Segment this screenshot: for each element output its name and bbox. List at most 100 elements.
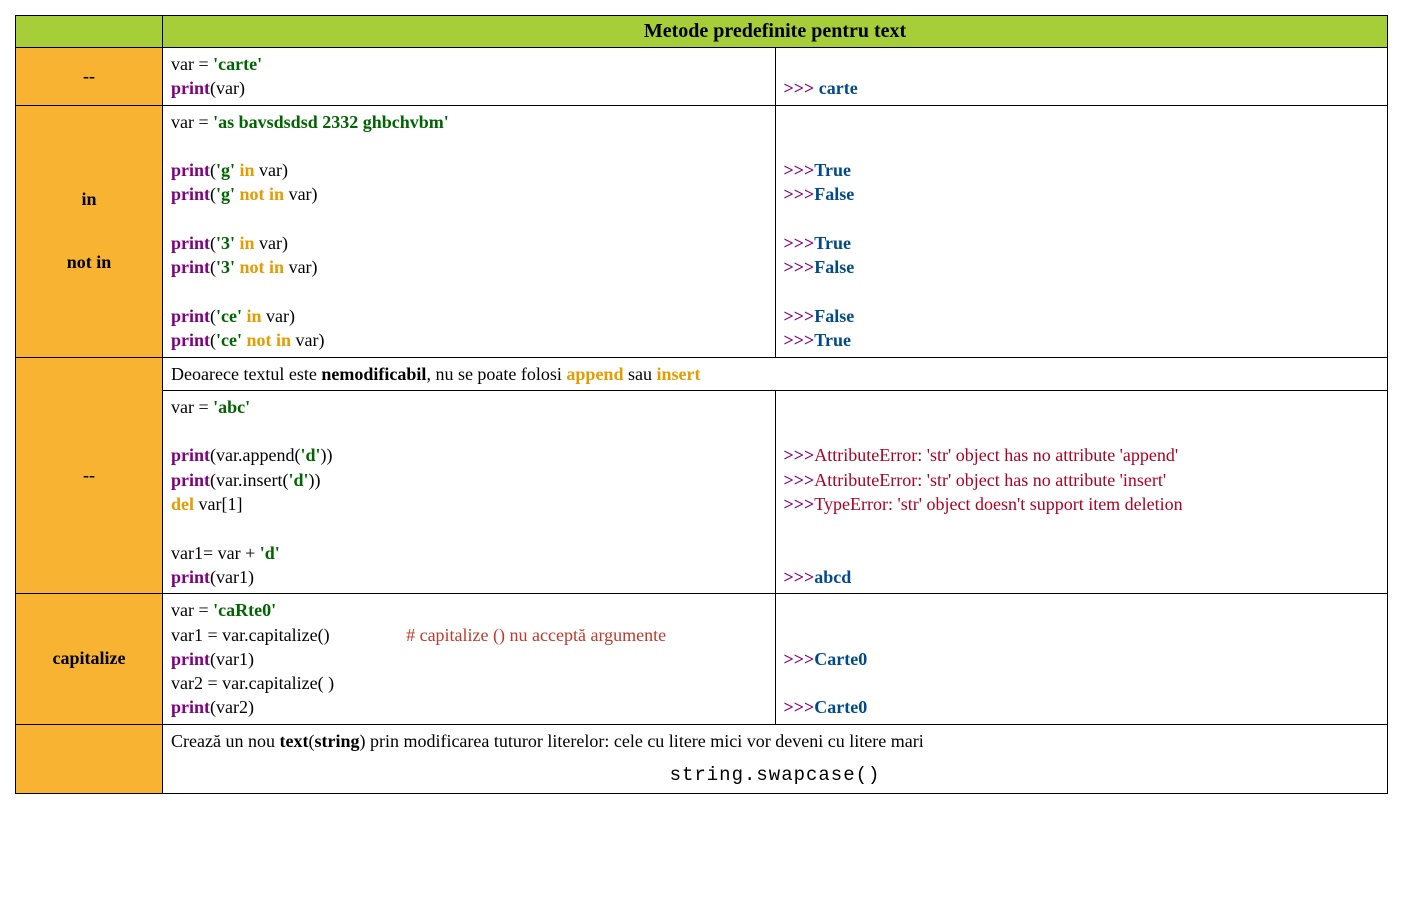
text: (var1) [210,649,254,669]
error: TypeError: 'str' object doesn't support … [814,494,1182,514]
print-kw: print [171,697,210,717]
text-bold: string [314,731,359,751]
prompt: >>> [784,306,815,326]
prompt: >>> [784,445,815,465]
print-kw: print [171,649,210,669]
string-literal: 'abc' [213,397,250,417]
print-kw: print [171,470,210,490]
print-kw: print [171,306,210,326]
text: var = [171,397,213,417]
text: var = [171,600,213,620]
string-literal: 'carte' [213,54,262,74]
result: False [814,257,854,277]
error: AttributeError: 'str' object has no attr… [814,445,1178,465]
string-literal: '3' [216,233,235,253]
prompt: >>> [784,649,815,669]
row1-code: var = 'carte' print(var) [163,48,776,106]
text: var = [171,54,213,74]
string-literal: 'd' [300,445,320,465]
op-in: in [235,233,259,253]
prompt: >>> [784,184,815,204]
result: False [814,184,854,204]
prompt: >>> [784,567,815,587]
row2-output: >>>True >>>False >>>True >>>False >>>Fal… [775,105,1388,357]
row1-label: -- [16,48,163,106]
prompt: >>> [784,233,815,253]
result: False [814,306,854,326]
result: carte [819,78,858,98]
result: True [814,233,851,253]
result: Carte0 [814,649,867,669]
text: (var1) [210,567,254,587]
text: sau [623,364,656,384]
text: Crează un nou [171,731,279,751]
op-in: in [235,160,259,180]
print-kw: print [171,160,210,180]
result: Carte0 [814,697,867,717]
text: var2 = var.capitalize( ) [171,673,334,693]
string-literal: '3' [216,257,235,277]
text: var1= var + [171,543,260,563]
text: var = [171,112,213,132]
row1-output: >>> carte [775,48,1388,106]
print-kw: print [171,257,210,277]
string-literal: 'caRte0' [213,600,276,620]
header-title: Metode predefinite pentru text [163,16,1388,48]
string-literal: 'd' [288,470,308,490]
row3-code: var = 'abc' print(var.append('d')) print… [163,390,776,593]
op-notin: not in [242,330,296,350]
string-literal: 'ce' [216,306,242,326]
result: abcd [814,567,851,587]
print-kw: print [171,78,210,98]
prompt: >>> [784,160,815,180]
kw-append: append [566,364,623,384]
prompt: >>> [784,470,815,490]
text: Deoarece textul este [171,364,321,384]
prompt: >>> [784,257,815,277]
del-kw: del [171,494,194,514]
text: (var) [210,78,245,98]
prompt: >>> [784,330,815,350]
text: var) [296,330,325,350]
error: AttributeError: 'str' object has no attr… [814,470,1166,490]
result: True [814,160,851,180]
text: var) [289,184,318,204]
prompt: >>> [784,697,815,717]
text: (var.insert( [210,470,288,490]
code-snippet: string.swapcase() [171,763,1379,789]
row3-note: Deoarece textul este nemodificabil, nu s… [163,357,1388,390]
text: var) [259,233,288,253]
label-notin: not in [67,252,112,272]
string-literal: 'd' [260,543,280,563]
comment: # capitalize () nu acceptă argumente [406,625,666,645]
text: var1 = var.capitalize() [171,625,330,645]
row3-output: >>>AttributeError: 'str' object has no a… [775,390,1388,593]
string-literal: 'ce' [216,330,242,350]
print-kw: print [171,184,210,204]
row5-label [16,724,163,793]
op-in: in [242,306,266,326]
text: )) [309,470,321,490]
print-kw: print [171,445,210,465]
string-literal: 'g' [216,184,235,204]
text: var) [259,160,288,180]
text-bold: nemodificabil [321,364,426,384]
text: )) [321,445,333,465]
text: var) [289,257,318,277]
text: var[1] [194,494,242,514]
text-bold: text [279,731,308,751]
prompt: >>> [784,78,819,98]
methods-table: Metode predefinite pentru text -- var = … [15,15,1388,794]
row4-label: capitalize [16,594,163,724]
kw-insert: insert [656,364,700,384]
result: True [814,330,851,350]
text: (var2) [210,697,254,717]
op-notin: not in [235,184,289,204]
string-literal: 'as bavsdsdsd 2332 ghbchvbm' [213,112,449,132]
label-in: in [81,189,96,209]
header-blank [16,16,163,48]
row4-code: var = 'caRte0' var1 = var.capitalize() #… [163,594,776,724]
print-kw: print [171,330,210,350]
row2-code: var = 'as bavsdsdsd 2332 ghbchvbm' print… [163,105,776,357]
text: , nu se poate folosi [426,364,566,384]
